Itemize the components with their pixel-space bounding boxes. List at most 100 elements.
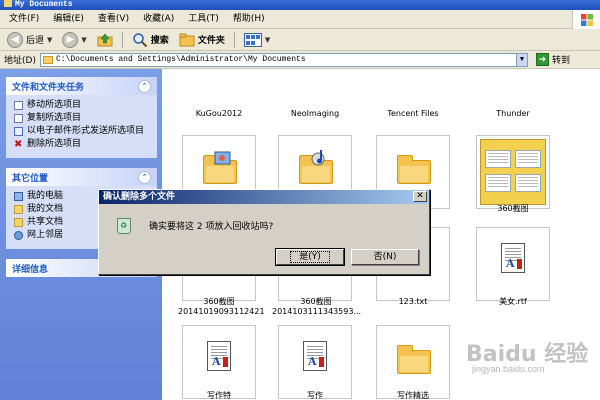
folder-icon (397, 155, 431, 184)
thumb-pane (515, 150, 541, 168)
recycle-bin-icon: ♻ (115, 214, 133, 236)
task-label: 复制所选项目 (27, 113, 82, 123)
task-label: 以电子邮件形式发送所选项目 (27, 126, 145, 136)
file-caption[interactable]: Thunder (476, 109, 550, 119)
views-icon (243, 32, 262, 47)
menu-view[interactable]: 查看(V) (91, 10, 136, 29)
yes-button[interactable]: 是(Y) (275, 248, 345, 266)
chevron-down-icon: ▼ (47, 35, 53, 44)
file-caption[interactable]: KuGou2012 (182, 109, 256, 119)
file-caption[interactable]: 360截图 (476, 204, 550, 214)
menu-file[interactable]: 文件(F) (2, 10, 46, 29)
forward-button[interactable]: ▶ ▼ (59, 31, 89, 49)
back-button[interactable]: ◀ 后退 ▼ (4, 31, 55, 49)
chevron-down-icon: ▼ (264, 35, 271, 44)
no-button[interactable]: 否(N) (351, 249, 419, 265)
search-button[interactable]: 搜索 (129, 31, 172, 49)
confirm-delete-dialog: 确认删除多个文件 ✕ ♻ 确实要将这 2 项放入回收站吗? 是(Y) 否(N) (98, 189, 430, 275)
file-caption[interactable]: Tencent Files (376, 109, 450, 119)
documents-icon (14, 205, 23, 214)
rtf-file-icon: A (303, 341, 327, 371)
menu-help[interactable]: 帮助(H) (226, 10, 272, 29)
folder-icon (397, 345, 431, 374)
file-caption[interactable]: 写作 (278, 391, 352, 400)
shared-folder-icon (14, 218, 23, 227)
views-button[interactable]: ▼ (241, 31, 273, 49)
close-button[interactable]: ✕ (413, 191, 427, 202)
go-arrow-icon: ➜ (535, 53, 549, 66)
window-title-bar[interactable]: My Documents (0, 0, 600, 10)
menu-tools[interactable]: 工具(T) (181, 10, 226, 29)
dialog-message: 确实要将这 2 项放入回收站吗? (149, 222, 274, 232)
yes-label: 是(Y) (290, 251, 330, 263)
folder-icon (42, 55, 53, 64)
address-bar: 地址(D) C:\Documents and Settings\Administ… (0, 51, 600, 69)
task-delete[interactable]: ✖ 删除所选项目 (14, 139, 151, 150)
folders-label: 文件夹 (197, 36, 225, 46)
toolbar-separator (121, 31, 123, 48)
file-caption[interactable]: 写作特 (182, 391, 256, 400)
menu-bar: 文件(F) 编辑(E) 查看(V) 收藏(A) 工具(T) 帮助(H) (0, 10, 600, 29)
details-title: 详细信息 (12, 264, 49, 275)
window-title: My Documents (15, 0, 73, 9)
address-path: C:\Documents and Settings\Administrator\… (55, 55, 306, 64)
image-thumbnail-tile[interactable] (476, 135, 550, 209)
menu-favorites[interactable]: 收藏(A) (136, 10, 181, 29)
back-arrow-icon: ◀ (7, 31, 23, 48)
task-move[interactable]: 移动所选项目 (14, 100, 151, 111)
delete-icon: ✖ (14, 139, 23, 150)
email-icon (14, 127, 23, 136)
menu-edit[interactable]: 编辑(E) (46, 10, 91, 29)
file-tile[interactable]: A (182, 325, 256, 399)
folder-tile[interactable] (376, 325, 450, 399)
dialog-title: 确认删除多个文件 (103, 192, 176, 202)
no-label: 否(N) (373, 252, 397, 262)
file-caption[interactable]: 360截图 2014103111343593... (272, 297, 362, 317)
file-tasks-body: 移动所选项目 复制所选项目 以电子邮件形式发送所选项目 ✖ 删除所选项目 (6, 95, 157, 158)
toolbar: ◀ 后退 ▼ ▶ ▼ 搜索 文件夹 ▼ (0, 29, 600, 51)
file-tile[interactable]: A (476, 227, 550, 301)
forward-arrow-icon: ▶ (62, 31, 79, 48)
toolbar-separator (233, 31, 235, 48)
address-dropdown-button[interactable]: ▼ (515, 52, 528, 67)
collapse-chevron-icon[interactable]: ⌃ (138, 170, 151, 184)
folders-icon (179, 33, 195, 46)
file-caption-line: 360截图 2014103111343593... (272, 297, 362, 316)
collapse-chevron-icon[interactable]: ⌃ (138, 79, 151, 93)
file-tile[interactable]: A (278, 325, 352, 399)
screenshot-thumbnail (480, 139, 546, 205)
baidu-watermark: Baidu 经验 jingyan.baidu.com (466, 336, 596, 376)
file-tasks-title: 文件和文件夹任务 (12, 82, 85, 93)
place-label: 我的电脑 (27, 191, 64, 201)
up-folder-icon (97, 33, 113, 46)
other-places-header[interactable]: 其它位置 ⌃ (6, 168, 157, 186)
dialog-title-bar[interactable]: 确认删除多个文件 ✕ (99, 190, 429, 204)
back-label: 后退 (26, 36, 45, 46)
address-input[interactable]: C:\Documents and Settings\Administrator\… (39, 52, 528, 67)
file-caption-line: 360截图 20141019093112421 (178, 297, 265, 316)
watermark-url: jingyan.baidu.com (472, 364, 545, 374)
network-icon (14, 231, 23, 240)
file-caption[interactable]: NeoImaging (278, 109, 352, 119)
task-label: 移动所选项目 (27, 100, 82, 110)
folder-icon (4, 0, 12, 7)
windows-logo-icon (572, 10, 600, 29)
thumb-pane (515, 174, 541, 192)
task-copy[interactable]: 复制所选项目 (14, 113, 151, 124)
thumb-pane (485, 150, 511, 168)
task-label: 删除所选项目 (27, 139, 82, 149)
place-label: 共享文档 (27, 217, 64, 227)
file-caption[interactable]: 写作精选 (376, 391, 450, 400)
file-caption[interactable]: 美女.rtf (476, 297, 550, 307)
file-caption[interactable]: 123.txt (376, 297, 450, 307)
go-button[interactable]: ➜ 转到 (535, 53, 570, 66)
place-label: 网上邻居 (27, 230, 64, 240)
file-tasks-header[interactable]: 文件和文件夹任务 ⌃ (6, 77, 157, 95)
folders-button[interactable]: 文件夹 (176, 31, 228, 49)
copy-icon (14, 114, 23, 123)
task-email[interactable]: 以电子邮件形式发送所选项目 (14, 126, 151, 137)
file-caption[interactable]: 360截图 20141019093112421 (178, 297, 265, 317)
up-folder-button[interactable] (94, 31, 116, 49)
thumb-pane (485, 174, 511, 192)
go-label: 转到 (551, 56, 570, 66)
